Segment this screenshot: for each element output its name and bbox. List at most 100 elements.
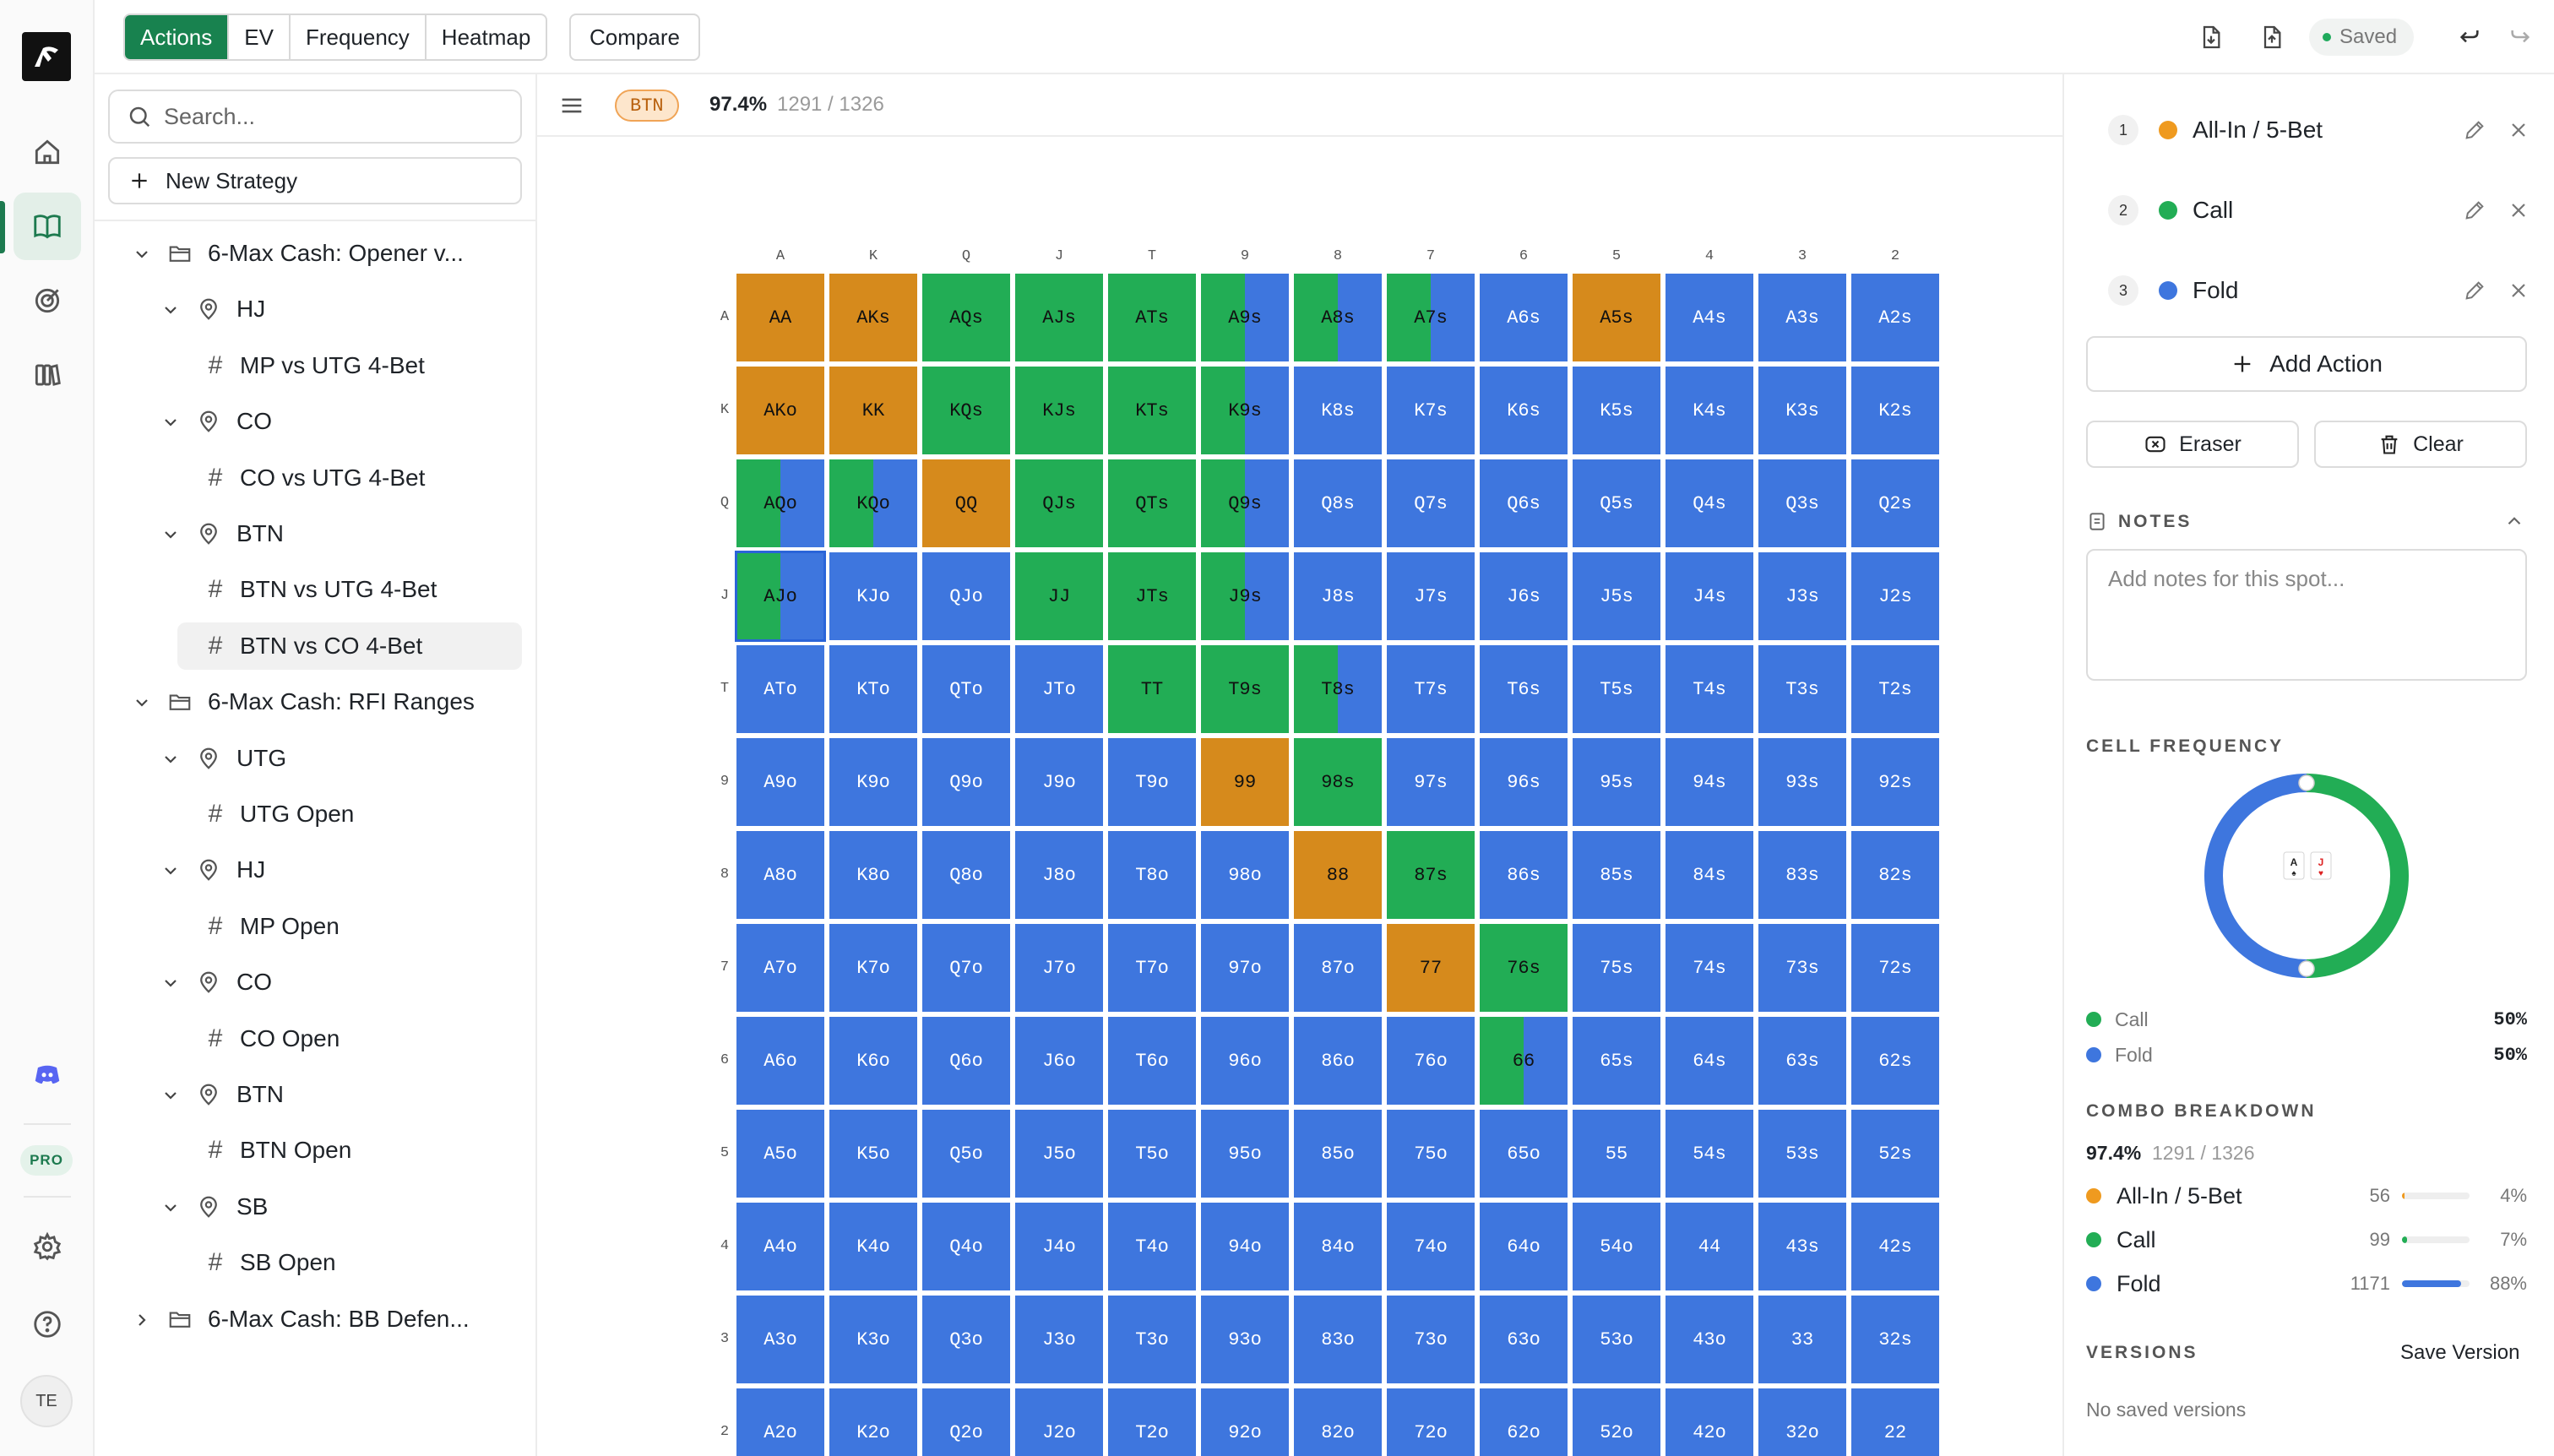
hand-cell-Q7o[interactable]: Q7o: [922, 924, 1010, 1012]
hand-cell-Q8s[interactable]: Q8s: [1294, 459, 1382, 547]
add-action-button[interactable]: Add Action: [2086, 336, 2527, 392]
hand-cell-ATo[interactable]: ATo: [736, 645, 824, 733]
tree-folder[interactable]: 6-Max Cash: BB Defen...: [132, 1296, 470, 1343]
hand-cell-52o[interactable]: 52o: [1573, 1388, 1660, 1456]
export-file-icon[interactable]: [2253, 19, 2290, 56]
notes-input[interactable]: [2086, 549, 2527, 681]
hand-cell-T2s[interactable]: T2s: [1851, 645, 1939, 733]
hand-cell-J9o[interactable]: J9o: [1015, 738, 1103, 826]
hand-cell-T8s[interactable]: T8s: [1294, 645, 1382, 733]
hand-cell-83o[interactable]: 83o: [1294, 1296, 1382, 1383]
hand-cell-54s[interactable]: 54s: [1666, 1110, 1753, 1198]
hand-cell-A2s[interactable]: A2s: [1851, 274, 1939, 361]
hand-cell-JTs[interactable]: JTs: [1108, 552, 1196, 640]
hand-cell-42o[interactable]: 42o: [1666, 1388, 1753, 1456]
hand-cell-T3o[interactable]: T3o: [1108, 1296, 1196, 1383]
tree-position[interactable]: SB: [160, 1183, 268, 1231]
hand-cell-32o[interactable]: 32o: [1758, 1388, 1846, 1456]
hand-cell-T5o[interactable]: T5o: [1108, 1110, 1196, 1198]
hand-cell-64s[interactable]: 64s: [1666, 1017, 1753, 1105]
target-icon[interactable]: [14, 267, 81, 334]
hand-cell-42s[interactable]: 42s: [1851, 1203, 1939, 1290]
hand-cell-A4s[interactable]: A4s: [1666, 274, 1753, 361]
hand-cell-92s[interactable]: 92s: [1851, 738, 1939, 826]
hand-cell-63o[interactable]: 63o: [1480, 1296, 1568, 1383]
action-row[interactable]: 3 Fold: [2108, 265, 2530, 316]
tree-position[interactable]: BTN: [160, 1071, 284, 1118]
hand-cell-A9o[interactable]: A9o: [736, 738, 824, 826]
action-color-dot[interactable]: [2159, 281, 2177, 300]
chevron-down-icon[interactable]: [160, 748, 181, 769]
tree-position[interactable]: UTG: [160, 735, 286, 782]
tab-frequency[interactable]: Frequency: [291, 15, 427, 59]
tab-actions[interactable]: Actions: [125, 15, 230, 59]
hand-cell-Q9s[interactable]: Q9s: [1201, 459, 1289, 547]
hand-cell-85o[interactable]: 85o: [1294, 1110, 1382, 1198]
hand-cell-43s[interactable]: 43s: [1758, 1203, 1846, 1290]
hand-cell-J2o[interactable]: J2o: [1015, 1388, 1103, 1456]
import-file-icon[interactable]: [2193, 19, 2230, 56]
hand-cell-J3s[interactable]: J3s: [1758, 552, 1846, 640]
tree-position[interactable]: CO: [160, 398, 272, 445]
hand-cell-77[interactable]: 77: [1387, 924, 1475, 1012]
tree-spot[interactable]: # CO vs UTG 4-Bet: [204, 454, 426, 502]
chevron-down-icon[interactable]: [160, 1084, 181, 1105]
hand-cell-33[interactable]: 33: [1758, 1296, 1846, 1383]
tree-spot[interactable]: # MP vs UTG 4-Bet: [204, 342, 425, 389]
hand-cell-55[interactable]: 55: [1573, 1110, 1660, 1198]
hand-cell-82o[interactable]: 82o: [1294, 1388, 1382, 1456]
hand-cell-98s[interactable]: 98s: [1294, 738, 1382, 826]
hand-cell-QJs[interactable]: QJs: [1015, 459, 1103, 547]
chevron-down-icon[interactable]: [132, 692, 152, 712]
tab-heatmap[interactable]: Heatmap: [427, 15, 546, 59]
hand-cell-AKs[interactable]: AKs: [829, 274, 917, 361]
hand-cell-A7s[interactable]: A7s: [1387, 274, 1475, 361]
tree-folder[interactable]: 6-Max Cash: Opener v...: [132, 230, 464, 277]
hand-cell-95o[interactable]: 95o: [1201, 1110, 1289, 1198]
discord-icon[interactable]: [14, 1040, 81, 1108]
hand-cell-66[interactable]: 66: [1480, 1017, 1568, 1105]
hand-cell-53s[interactable]: 53s: [1758, 1110, 1846, 1198]
hand-cell-J2s[interactable]: J2s: [1851, 552, 1939, 640]
hand-cell-85s[interactable]: 85s: [1573, 831, 1660, 919]
hand-cell-83s[interactable]: 83s: [1758, 831, 1846, 919]
hand-cell-J7o[interactable]: J7o: [1015, 924, 1103, 1012]
hand-cell-J9s[interactable]: J9s: [1201, 552, 1289, 640]
tree-spot[interactable]: # BTN vs UTG 4-Bet: [204, 566, 437, 613]
hand-cell-J6s[interactable]: J6s: [1480, 552, 1568, 640]
hand-cell-J4o[interactable]: J4o: [1015, 1203, 1103, 1290]
library-icon[interactable]: [14, 193, 81, 260]
hand-cell-Q7s[interactable]: Q7s: [1387, 459, 1475, 547]
hand-cell-A4o[interactable]: A4o: [736, 1203, 824, 1290]
hand-cell-99[interactable]: 99: [1201, 738, 1289, 826]
hand-cell-T8o[interactable]: T8o: [1108, 831, 1196, 919]
hand-cell-KTo[interactable]: KTo: [829, 645, 917, 733]
hand-cell-T7s[interactable]: T7s: [1387, 645, 1475, 733]
remove-icon[interactable]: [2507, 198, 2530, 222]
tree-spot[interactable]: # BTN Open: [204, 1127, 352, 1174]
hand-cell-KQs[interactable]: KQs: [922, 367, 1010, 454]
hand-cell-53o[interactable]: 53o: [1573, 1296, 1660, 1383]
hand-cell-K3s[interactable]: K3s: [1758, 367, 1846, 454]
hand-cell-K4o[interactable]: K4o: [829, 1203, 917, 1290]
remove-icon[interactable]: [2507, 118, 2530, 142]
hand-cell-J4s[interactable]: J4s: [1666, 552, 1753, 640]
tree-position[interactable]: CO: [160, 959, 272, 1006]
hand-cell-64o[interactable]: 64o: [1480, 1203, 1568, 1290]
hand-cell-ATs[interactable]: ATs: [1108, 274, 1196, 361]
hand-cell-76s[interactable]: 76s: [1480, 924, 1568, 1012]
edit-pencil-icon[interactable]: [2463, 118, 2486, 142]
eraser-button[interactable]: Eraser: [2086, 421, 2299, 468]
hand-cell-J6o[interactable]: J6o: [1015, 1017, 1103, 1105]
hand-cell-54o[interactable]: 54o: [1573, 1203, 1660, 1290]
hand-cell-94s[interactable]: 94s: [1666, 738, 1753, 826]
hand-cell-A8o[interactable]: A8o: [736, 831, 824, 919]
save-version-button[interactable]: Save Version: [2400, 1341, 2519, 1365]
chevron-down-icon[interactable]: [160, 972, 181, 992]
hand-cell-K8s[interactable]: K8s: [1294, 367, 1382, 454]
hand-cell-A7o[interactable]: A7o: [736, 924, 824, 1012]
hand-cell-84s[interactable]: 84s: [1666, 831, 1753, 919]
hand-cell-94o[interactable]: 94o: [1201, 1203, 1289, 1290]
hand-cell-75o[interactable]: 75o: [1387, 1110, 1475, 1198]
hand-cell-J3o[interactable]: J3o: [1015, 1296, 1103, 1383]
